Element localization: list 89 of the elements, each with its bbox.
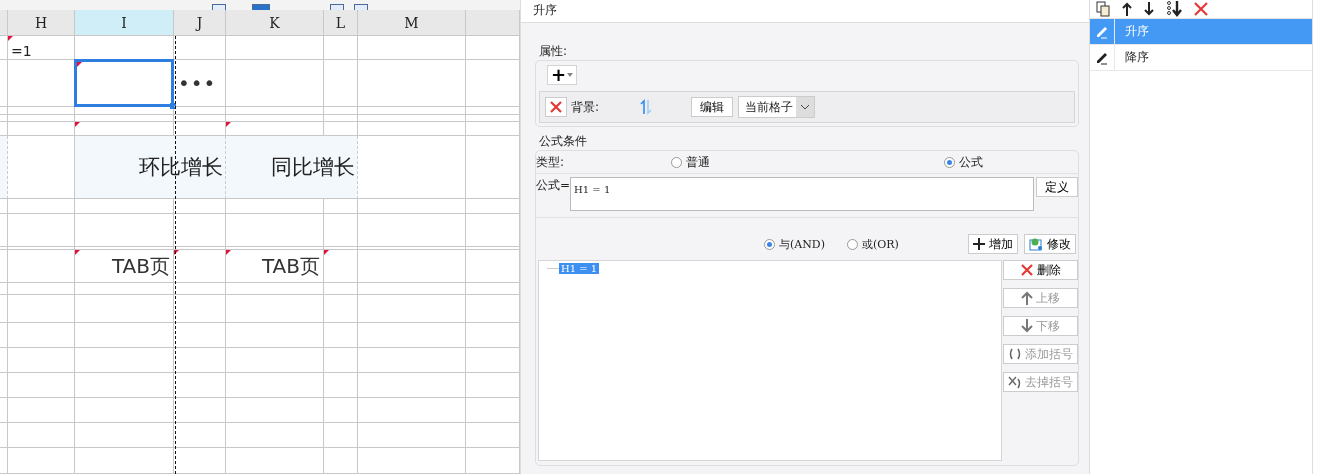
corner-flag-icon [226, 250, 231, 255]
more-button[interactable]: ••• [174, 71, 217, 95]
table-cell [8, 283, 75, 295]
dialog-title: 升序 [521, 0, 1089, 23]
remove-button[interactable] [545, 97, 567, 117]
table-cell: 环比增长 [75, 136, 226, 199]
copy-icon[interactable] [1096, 1, 1110, 17]
table-cell [8, 295, 75, 323]
table-cell [324, 214, 358, 247]
corner-flag-icon [174, 250, 179, 255]
corner-flag-icon [75, 122, 80, 127]
table-cell: 同比增长 [226, 136, 358, 199]
table-cell [8, 323, 75, 348]
up-arrow-icon [1021, 291, 1033, 305]
add-dropdown-button[interactable]: + [547, 65, 577, 85]
table-cell [174, 423, 226, 448]
table-cell [8, 214, 75, 247]
remove-parentheses-icon [1008, 375, 1022, 389]
table-cell [8, 398, 75, 423]
table-cell [324, 36, 358, 60]
close-icon [549, 100, 563, 114]
radio-button[interactable]: 公式 [944, 153, 983, 171]
table-cell [324, 60, 358, 107]
table-cell [174, 295, 226, 323]
column-header[interactable]: I [75, 10, 174, 36]
property-label: 背景: [571, 98, 600, 116]
table-icon[interactable] [212, 4, 226, 10]
table-cell [8, 373, 75, 398]
column-header[interactable]: K [226, 10, 324, 36]
edit-button[interactable]: 编辑 [691, 97, 734, 117]
table-cell [8, 423, 75, 448]
delete-icon[interactable] [1194, 2, 1208, 16]
sort-icon [639, 99, 654, 115]
group-label: 公式条件 [539, 133, 587, 150]
radio-button[interactable]: 或(OR) [847, 236, 899, 252]
radio-button[interactable]: 普通 [671, 153, 711, 171]
table-cell [324, 373, 358, 398]
table-icon[interactable] [354, 4, 368, 10]
column-header[interactable]: M [358, 10, 466, 36]
fill-handle[interactable] [170, 103, 176, 109]
table-icon[interactable] [330, 4, 344, 10]
table-cell [174, 214, 226, 247]
move-bottom-icon[interactable] [1166, 1, 1182, 17]
table-cell [174, 398, 226, 423]
table-cell [324, 295, 358, 323]
table-cell [324, 423, 358, 448]
close-icon [1020, 263, 1034, 277]
scope-dropdown[interactable]: 当前格子 [738, 96, 816, 118]
parentheses-icon [1008, 348, 1022, 360]
corner-flag-icon [226, 122, 231, 127]
radio-button[interactable]: 与(AND) [764, 236, 825, 252]
table-cell [324, 398, 358, 423]
column-header[interactable]: L [324, 10, 358, 36]
add-button[interactable]: 增加 [968, 234, 1018, 254]
pencil-icon [1095, 50, 1109, 65]
table-cell [8, 448, 75, 474]
corner-flag-icon [75, 250, 80, 255]
chevron-down-icon [800, 104, 811, 110]
group-label: 属性: [539, 43, 568, 60]
table-cell [174, 448, 226, 474]
table-cell [324, 348, 358, 373]
delete-button[interactable]: 删除 [1003, 260, 1078, 280]
selected-cell[interactable] [74, 59, 174, 107]
table-cell [8, 199, 75, 214]
corner-flag-icon [324, 250, 329, 255]
caret-icon [567, 73, 574, 77]
field-label: 公式= [536, 177, 571, 194]
down-arrow-icon [1021, 319, 1033, 333]
corner-flag-icon [8, 36, 13, 41]
cell-formula: =1 [10, 42, 32, 59]
table-cell [324, 448, 358, 474]
plus-icon [973, 238, 985, 250]
down-arrow-icon[interactable] [1144, 2, 1154, 16]
table-cell [174, 373, 226, 398]
table-cell [174, 323, 226, 348]
corner-flag-icon [77, 62, 82, 67]
rule-item[interactable]: 降序 [1090, 45, 1312, 71]
column-header[interactable]: J [174, 10, 226, 36]
pencil-icon [1095, 24, 1109, 39]
table-cell [8, 348, 75, 373]
modify-button[interactable]: 修改 [1024, 234, 1076, 254]
define-button[interactable]: 定义 [1036, 177, 1078, 197]
formula-field[interactable]: H1 = 1 [570, 177, 1034, 211]
table-cell [324, 323, 358, 348]
cell-text: TAB页 [261, 252, 320, 280]
table-cell [174, 348, 226, 373]
field-label: 类型: [536, 153, 565, 171]
cell-text: TAB页 [111, 252, 170, 280]
up-arrow-icon[interactable] [1122, 2, 1132, 16]
